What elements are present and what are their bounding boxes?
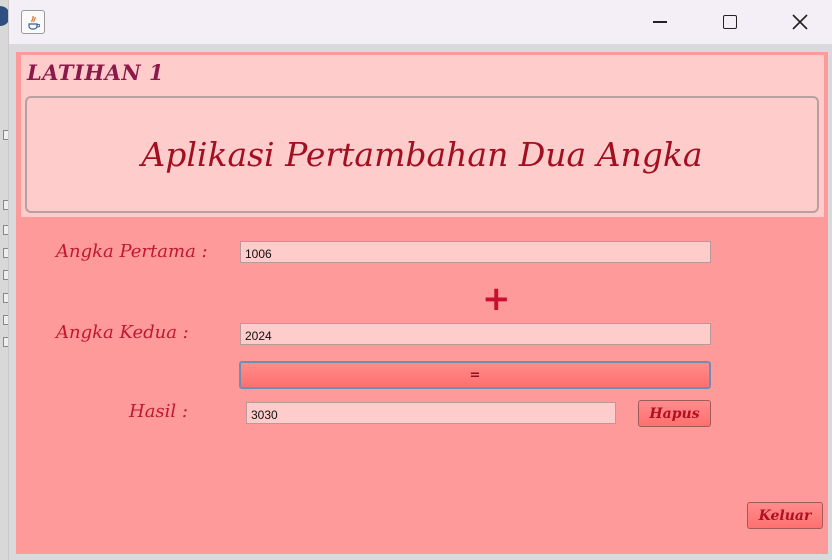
first-number-input[interactable] [240,241,711,263]
first-number-label: Angka Pertama : [56,241,208,262]
plus-operator: + [482,279,511,319]
result-label: Hasil : [129,401,188,422]
second-number-label: Angka Kedua : [56,322,189,343]
equals-button[interactable]: = [239,361,711,389]
main-panel: LATIHAN 1 Aplikasi Pertambahan Dua Angka… [16,52,828,554]
maximize-icon [723,15,737,29]
header-panel: LATIHAN 1 Aplikasi Pertambahan Dua Angka [21,55,824,217]
content-frame: LATIHAN 1 Aplikasi Pertambahan Dua Angka… [9,44,832,560]
minimize-button[interactable] [625,0,695,44]
app-window: LATIHAN 1 Aplikasi Pertambahan Dua Angka… [8,0,832,560]
maximize-button[interactable] [695,0,765,44]
result-field[interactable] [246,402,616,424]
title-bar[interactable] [9,0,832,44]
second-number-input[interactable] [240,323,711,345]
clear-button[interactable]: Hapus [638,400,711,427]
exercise-tag: LATIHAN 1 [27,60,165,85]
close-icon [792,14,808,30]
page-title: Aplikasi Pertambahan Dua Angka [141,135,703,174]
title-box: Aplikasi Pertambahan Dua Angka [25,96,819,213]
java-icon[interactable] [21,10,45,34]
close-button[interactable] [765,0,832,44]
exit-button[interactable]: Keluar [747,502,823,529]
minimize-icon [653,21,667,23]
